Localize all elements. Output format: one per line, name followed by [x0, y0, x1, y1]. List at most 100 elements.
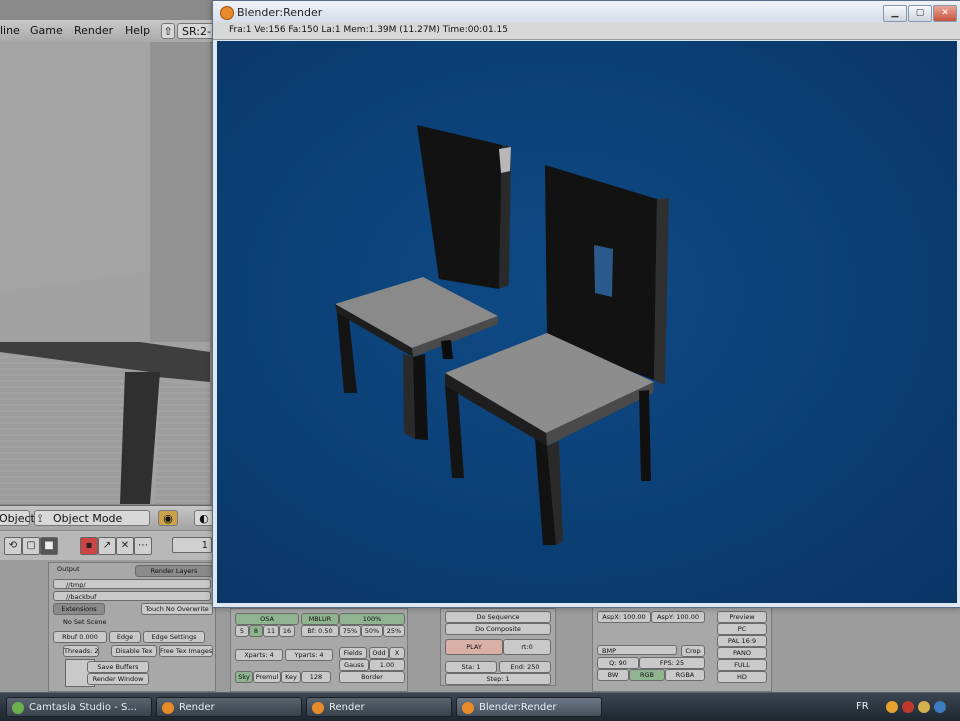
end-frame-field[interactable]: End: 250 [499, 661, 551, 673]
backbuf-path-field[interactable]: //backbuf [53, 591, 211, 601]
3d-viewport[interactable] [0, 42, 210, 504]
osa-16[interactable]: 16 [279, 625, 295, 637]
gauss-select[interactable]: Gauss [339, 659, 369, 671]
edge-settings-button[interactable]: Edge Settings [143, 631, 205, 643]
preset-full[interactable]: FULL [717, 659, 767, 671]
menu-item-render[interactable]: Render [74, 24, 113, 37]
fps-field[interactable]: FPS: 25 [639, 657, 705, 669]
scale-icon[interactable]: ✕ [116, 537, 134, 555]
quality-field[interactable]: Q: 90 [597, 657, 639, 669]
crop-toggle[interactable]: Crop [681, 645, 705, 657]
preset-preview[interactable]: Preview [717, 611, 767, 623]
rgba-toggle[interactable]: RGBA [665, 669, 705, 681]
tray-icon-3[interactable] [918, 701, 930, 713]
taskbar-render-2-label: Render [329, 702, 365, 713]
x-toggle[interactable]: X [389, 647, 405, 659]
menu-item-line[interactable]: line [0, 24, 20, 37]
no-set-scene-label[interactable]: No Set Scene [63, 618, 106, 626]
osa-8[interactable]: 8 [249, 625, 263, 637]
save-buffers-toggle[interactable]: Save Buffers [87, 661, 149, 673]
rotate-icon[interactable]: ↗ [98, 537, 116, 555]
scene-selector[interactable]: SR:2- [177, 23, 217, 39]
menu-item-help[interactable]: Help [125, 24, 150, 37]
osa-5[interactable]: 5 [235, 625, 249, 637]
blender-task-icon [162, 702, 174, 714]
rendered-chairs [335, 125, 669, 545]
percent-50[interactable]: 50% [361, 625, 383, 637]
preset-hd[interactable]: HD [717, 671, 767, 683]
key-toggle[interactable]: Key [281, 671, 301, 683]
close-button[interactable]: ✕ [933, 5, 957, 22]
taskbar-blender-render-label: Blender:Render [479, 702, 557, 713]
render-canvas[interactable] [217, 41, 957, 603]
disable-tex-toggle[interactable]: Disable Tex [111, 645, 157, 657]
xparts-field[interactable]: Xparts: 4 [235, 649, 283, 661]
percent-25[interactable]: 25% [383, 625, 405, 637]
output-path-field[interactable]: //tmp/ [53, 579, 211, 589]
extensions-toggle[interactable]: Extensions [53, 603, 105, 615]
frame-field[interactable]: 1 [172, 537, 212, 553]
taskbar-blender-render[interactable]: Blender:Render [456, 697, 602, 717]
do-composite-toggle[interactable]: Do Composite [445, 623, 551, 635]
premul-toggle[interactable]: Premul [253, 671, 281, 683]
language-indicator[interactable]: FR [856, 701, 869, 712]
preset-pc[interactable]: PC [717, 623, 767, 635]
taskbar-render-2[interactable]: Render [306, 697, 452, 717]
start-frame-field[interactable]: Sta: 1 [445, 661, 497, 673]
render-window-select[interactable]: Render Window [87, 673, 149, 685]
mblur-toggle[interactable]: MBLUR [301, 613, 339, 625]
minimize-button[interactable]: ▁ [883, 5, 907, 22]
menu-item-game[interactable]: Game [30, 24, 63, 37]
pivot-icon[interactable]: ⟲ [4, 537, 22, 555]
bf-field[interactable]: Bf: 0.50 [301, 625, 339, 637]
rbuf-field[interactable]: Rbuf 0.000 [53, 631, 107, 643]
object-menu[interactable]: Object [0, 510, 35, 526]
tray-icon-1[interactable] [886, 701, 898, 713]
odd-toggle[interactable]: Odd [369, 647, 389, 659]
rgb-toggle[interactable]: RGB [629, 669, 665, 681]
fields-toggle[interactable]: Fields [339, 647, 367, 659]
taskbar-camtasia[interactable]: Camtasia Studio - S... [6, 697, 152, 717]
threads-field[interactable]: Threads: 2 [63, 645, 99, 657]
grid-icon[interactable]: ⋯ [134, 537, 152, 555]
play-button[interactable]: PLAY [445, 639, 503, 655]
border-toggle[interactable]: Border [339, 671, 405, 683]
aspx-field[interactable]: AspX: 100.00 [597, 611, 651, 623]
mode-select[interactable]: ⟟ Object Mode [34, 510, 150, 526]
preset-pal-169[interactable]: PAL 16:9 [717, 635, 767, 647]
screen-menu-icon[interactable]: ⇧ [161, 23, 175, 39]
percent-100[interactable]: 100% [339, 613, 405, 625]
manipulator-icon[interactable]: ■ [40, 537, 58, 555]
layer-icon[interactable]: ▢ [22, 537, 40, 555]
output-panel: Output Render Layers //tmp/ //backbuf Ex… [48, 562, 216, 692]
render-window-titlebar[interactable]: Blender:Render ▁ ▢ ✕ [213, 1, 960, 23]
percent-75[interactable]: 75% [339, 625, 361, 637]
aspy-field[interactable]: AspY: 100.00 [651, 611, 705, 623]
yparts-field[interactable]: Yparts: 4 [285, 649, 333, 661]
sky-toggle[interactable]: Sky [235, 671, 253, 683]
windows-taskbar: Camtasia Studio - S... Render Render Ble… [0, 692, 960, 721]
gauss-value[interactable]: 1.00 [369, 659, 405, 671]
viewport-geometry [0, 42, 210, 504]
render-panel: OSA MBLUR 5 8 11 16 Bf: 0.50 100% 75% 50… [230, 608, 408, 692]
bit-depth-select[interactable]: 128 [301, 671, 331, 683]
do-sequence-toggle[interactable]: Do Sequence [445, 611, 551, 623]
tray-icon-2[interactable] [902, 701, 914, 713]
maximize-button[interactable]: ▢ [908, 5, 932, 22]
edge-toggle[interactable]: Edge [109, 631, 141, 643]
rt-field[interactable]: rt:0 [503, 639, 551, 655]
bw-toggle[interactable]: BW [597, 669, 629, 681]
translate-icon[interactable]: ▪ [80, 537, 98, 555]
step-field[interactable]: Step: 1 [445, 673, 551, 685]
touch-no-overwrite-toggle[interactable]: Touch No Overwrite [141, 603, 213, 615]
file-format-select[interactable]: BMP [597, 645, 677, 655]
tray-icon-4[interactable] [934, 701, 946, 713]
osa-11[interactable]: 11 [263, 625, 279, 637]
osa-toggle[interactable]: OSA [235, 613, 299, 625]
taskbar-render-1[interactable]: Render [156, 697, 302, 717]
shading-icon[interactable]: ◐ [194, 510, 214, 526]
render-layers-tab[interactable]: Render Layers [135, 565, 213, 577]
draw-type-icon[interactable]: ◉ [158, 510, 178, 526]
preset-pano[interactable]: PANO [717, 647, 767, 659]
free-tex-images-toggle[interactable]: Free Tex Images [159, 645, 213, 657]
